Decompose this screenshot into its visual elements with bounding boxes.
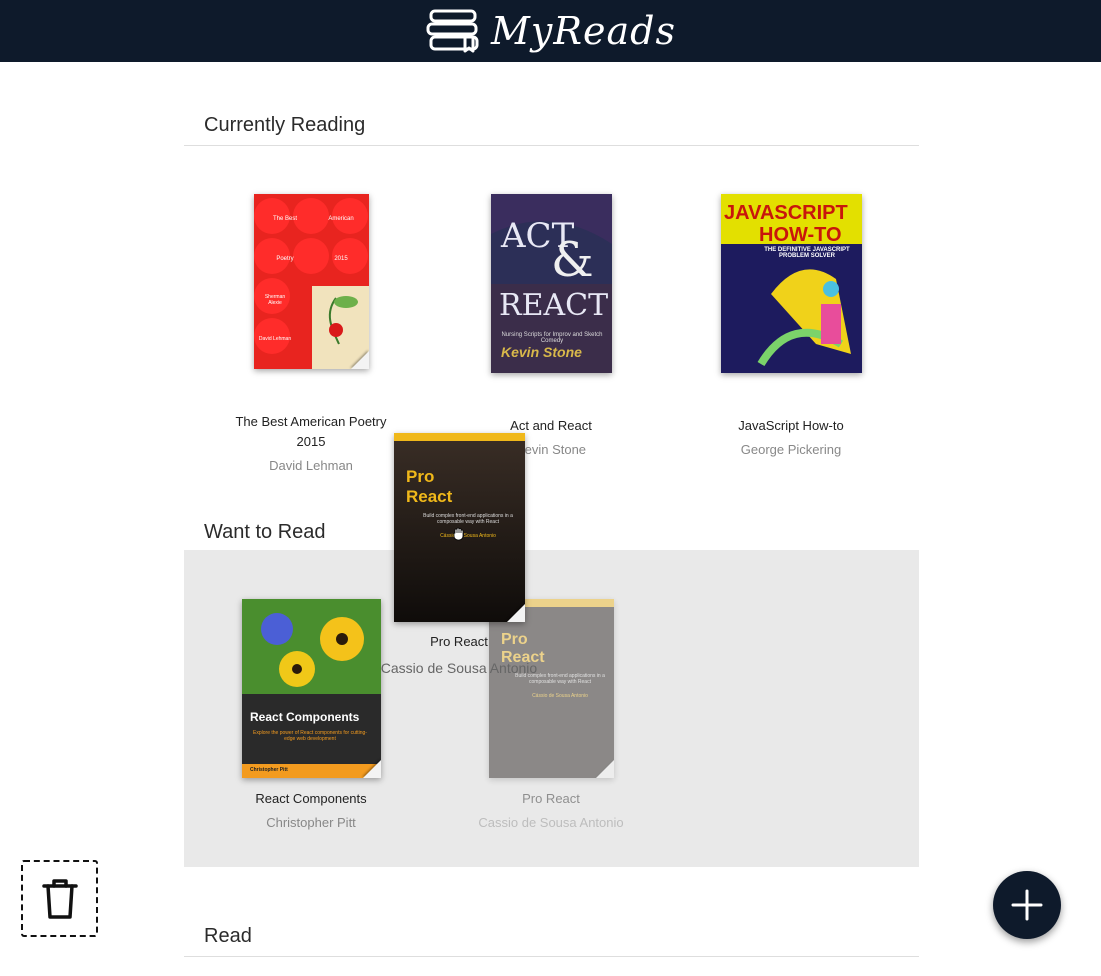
cover-text: THE DEFINITIVE JAVASCRIPT PROBLEM SOLVER	[764, 247, 850, 259]
shelf-want-to-read: Want to Read React Components Explore th…	[184, 513, 919, 867]
add-book-button[interactable]	[993, 871, 1061, 939]
cover-text: REACT	[499, 288, 609, 323]
shelf-currently-reading: Currently Reading The Best American Poet…	[184, 114, 919, 474]
trash-drop-zone[interactable]	[21, 860, 98, 937]
cover-text: 2015	[334, 256, 348, 262]
cover-text: Build complex front-end applications in …	[423, 513, 513, 525]
page-curl	[363, 760, 381, 778]
book-author: Cassio de Sousa Antonio	[478, 815, 624, 830]
react-components-cover-art	[242, 599, 381, 778]
shelf-title: Read	[184, 925, 919, 957]
page-curl	[507, 604, 525, 622]
book-title: JavaScript How-to	[738, 418, 844, 433]
page-curl	[596, 760, 614, 778]
book-title: Pro React	[430, 634, 488, 649]
app-logo[interactable]: MyReads	[425, 7, 676, 55]
cover-text: Cássio de Sousa Antonio	[532, 693, 588, 699]
cover-text: The Best	[272, 216, 297, 222]
book-author: David Lehman	[269, 458, 353, 473]
pro-react-cover-art	[489, 599, 614, 778]
plus-icon	[1011, 889, 1043, 921]
shelf-drop-zone[interactable]: React Components Explore the power of Re…	[184, 550, 919, 867]
book-author: George Pickering	[740, 442, 842, 457]
cover-text: Christopher Pitt	[250, 767, 288, 773]
book-cover[interactable]: React Components Explore the power of Re…	[242, 599, 381, 778]
book-title: Pro React	[522, 791, 580, 806]
cover-text: Pro	[406, 467, 435, 486]
cover-text: HOW-TO	[759, 224, 842, 246]
book-author: Christopher Pitt	[266, 815, 356, 830]
app-header: MyReads	[0, 0, 1101, 62]
grab-cursor-icon	[453, 527, 464, 541]
trash-icon	[41, 878, 78, 919]
cover-text: React	[406, 487, 453, 506]
page-curl	[351, 351, 369, 369]
cover-text: David Lehman	[258, 336, 292, 342]
cover-text: Explore the power of React components fo…	[253, 730, 367, 742]
app-title: MyReads	[491, 9, 676, 53]
shelf-title: Currently Reading	[184, 114, 919, 146]
cover-text: American	[328, 216, 354, 222]
cover-text: Nursing Scripts for Improv and Sketch Co…	[501, 332, 603, 344]
cover-text: Poetry	[276, 256, 294, 262]
shelf-title: Want to Read	[184, 513, 919, 550]
shelf-read: Read	[184, 925, 919, 965]
book-cover[interactable]: Pro React Build complex front-end applic…	[489, 599, 614, 778]
book-cover[interactable]: The Best American Poetry 2015 Sherman Al…	[254, 194, 369, 369]
cover-text: &	[551, 232, 594, 288]
cover-text: Sherman Alexie	[264, 294, 286, 306]
book-author: Cassio de Sousa Antonio	[380, 660, 538, 676]
cover-text: JAVASCRIPT	[724, 202, 848, 224]
book-title: The Best American Poetry 2015	[235, 414, 387, 449]
books-stack-icon	[426, 9, 479, 53]
book-cover[interactable]: ACT & REACT Nursing Scripts for Improv a…	[491, 194, 612, 373]
cover-text: Cássio de Sousa Antonio	[440, 533, 496, 539]
book-title: React Components	[255, 791, 367, 806]
book-cover[interactable]: JAVASCRIPT HOW-TO THE DEFINITIVE JAVASCR…	[721, 194, 862, 373]
cover-text: Kevin Stone	[501, 344, 582, 360]
cover-text: React Components	[250, 710, 360, 724]
